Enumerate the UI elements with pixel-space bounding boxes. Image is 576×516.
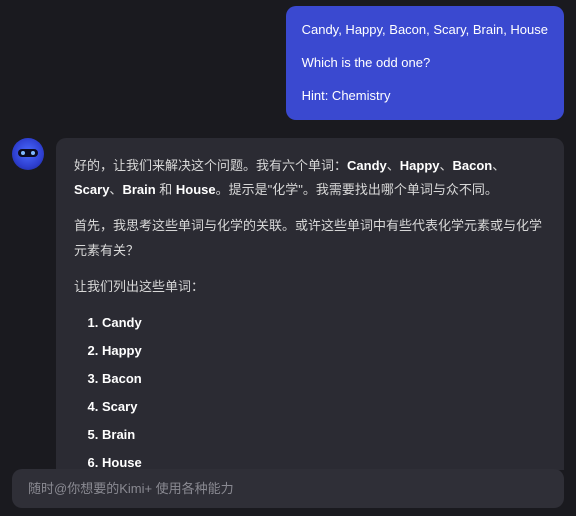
assistant-intro: 好的，让我们来解决这个问题。我有六个单词：Candy、Happy、Bacon、S… xyxy=(74,154,546,202)
user-msg-line: Which is the odd one? xyxy=(302,53,548,74)
assistant-row: 好的，让我们来解决这个问题。我有六个单词：Candy、Happy、Bacon、S… xyxy=(12,138,564,470)
user-msg-line: Candy, Happy, Bacon, Scary, Brain, House xyxy=(302,20,548,41)
word: Bacon xyxy=(453,158,493,173)
word: Scary xyxy=(74,182,109,197)
list-item: Brain xyxy=(102,423,546,447)
assistant-p3: 让我们列出这些单词： xyxy=(74,275,546,299)
list-item: Scary xyxy=(102,395,546,419)
assistant-avatar xyxy=(12,138,44,170)
assistant-p2: 首先，我思考这些单词与化学的关联。或许这些单词中有些代表化学元素或与化学元素有关… xyxy=(74,214,546,262)
intro-post: 。提示是"化学"。我需要找出哪个单词与众不同。 xyxy=(216,182,498,197)
chat-container: Candy, Happy, Bacon, Scary, Brain, House… xyxy=(0,0,576,470)
user-message-row: Candy, Happy, Bacon, Scary, Brain, House… xyxy=(12,6,564,120)
list-item: Happy xyxy=(102,339,546,363)
list-item: Candy xyxy=(102,311,546,335)
assistant-message-bubble: 好的，让我们来解决这个问题。我有六个单词：Candy、Happy、Bacon、S… xyxy=(56,138,564,470)
word-list: Candy Happy Bacon Scary Brain House xyxy=(74,311,546,470)
word: House xyxy=(176,182,216,197)
list-item: House xyxy=(102,451,546,470)
user-msg-line: Hint: Chemistry xyxy=(302,86,548,107)
intro-pre: 好的，让我们来解决这个问题。我有六个单词： xyxy=(74,158,347,173)
message-input[interactable] xyxy=(28,481,548,496)
user-message-bubble: Candy, Happy, Bacon, Scary, Brain, House… xyxy=(286,6,564,120)
message-input-bar[interactable] xyxy=(12,469,564,508)
list-item: Bacon xyxy=(102,367,546,391)
word: Happy xyxy=(400,158,440,173)
word: Brain xyxy=(122,182,155,197)
word: Candy xyxy=(347,158,387,173)
